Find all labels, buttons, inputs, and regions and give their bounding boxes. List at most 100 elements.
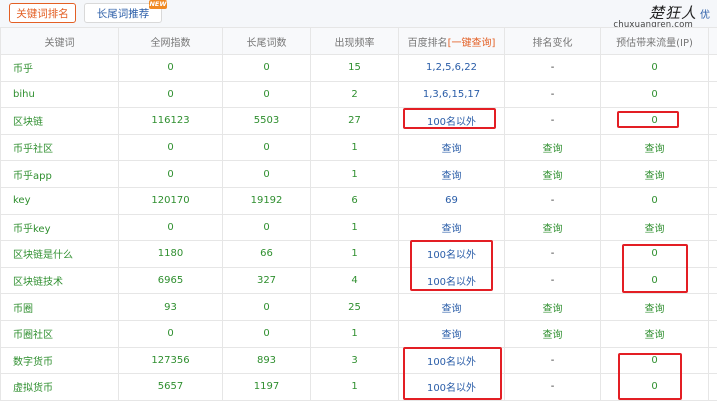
table-row: 数字货币1273568933100名以外-0 — [1, 347, 717, 374]
query-link[interactable]: 查询 — [543, 224, 563, 235]
index-value: 0 — [167, 89, 173, 100]
change-cell: 查询 — [505, 134, 601, 161]
longtail-value: 0 — [263, 302, 269, 313]
baidu-cell: 查询 — [399, 214, 505, 241]
table-row: 区块链116123550327100名以外-0 — [1, 108, 717, 135]
freq-value: 1 — [351, 328, 357, 339]
longtail-cell: 0 — [223, 161, 311, 188]
keyword-cell: 币圈社区 — [1, 320, 119, 347]
query-link[interactable]: 查询 — [543, 171, 563, 182]
query-link[interactable]: 查询 — [543, 330, 563, 341]
header-extra — [709, 28, 717, 55]
extra-cell — [709, 267, 717, 294]
one-click-query-link[interactable]: [一键查询] — [448, 38, 496, 49]
keyword-cell: bihu — [1, 81, 119, 108]
freq-cell: 25 — [311, 294, 399, 321]
extra-cell — [709, 347, 717, 374]
query-link[interactable]: 查询 — [442, 224, 462, 235]
baidu-cell: 69 — [399, 187, 505, 214]
longtail-cell: 893 — [223, 347, 311, 374]
freq-cell: 1 — [311, 134, 399, 161]
longtail-cell: 5503 — [223, 108, 311, 135]
baidu-rank-value[interactable]: 1,3,6,15,17 — [423, 89, 480, 100]
change-cell: - — [505, 55, 601, 82]
query-link[interactable]: 查询 — [442, 171, 462, 182]
keyword-cell[interactable]: 区块链 — [13, 117, 43, 128]
keyword-cell: 币乎app — [1, 161, 119, 188]
keyword-cell[interactable]: key — [13, 195, 31, 206]
keyword-cell[interactable]: 币圈社区 — [13, 330, 53, 341]
query-link[interactable]: 查询 — [645, 304, 665, 315]
index-value: 93 — [164, 302, 177, 313]
table-row: 区块链是什么1180661100名以外-0 — [1, 241, 717, 268]
query-link[interactable]: 查询 — [645, 171, 665, 182]
traffic-cell: 0 — [601, 55, 709, 82]
baidu-rank-value[interactable]: 69 — [445, 195, 458, 206]
keyword-cell[interactable]: 虚拟货币 — [13, 383, 53, 394]
keyword-cell[interactable]: 币乎key — [13, 224, 51, 235]
table-row: 币乎app001查询查询查询 — [1, 161, 717, 188]
freq-value: 1 — [351, 381, 357, 392]
freq-value: 3 — [351, 355, 357, 366]
query-link[interactable]: 查询 — [442, 144, 462, 155]
baidu-rank-value[interactable]: 1,2,5,6,22 — [426, 62, 477, 73]
index-value: 0 — [167, 328, 173, 339]
index-value: 0 — [167, 222, 173, 233]
index-cell: 6965 — [119, 267, 223, 294]
freq-cell: 4 — [311, 267, 399, 294]
extra-cell — [709, 81, 717, 108]
baidu-cell: 查询 — [399, 134, 505, 161]
index-cell: 5657 — [119, 374, 223, 401]
change-cell: - — [505, 81, 601, 108]
keyword-cell[interactable]: 币乎app — [13, 171, 52, 182]
longtail-value: 0 — [263, 169, 269, 180]
freq-value: 1 — [351, 248, 357, 259]
keyword-cell[interactable]: 数字货币 — [13, 357, 53, 368]
longtail-value: 0 — [263, 62, 269, 73]
index-cell: 0 — [119, 81, 223, 108]
keyword-cell: 币乎社区 — [1, 134, 119, 161]
longtail-value: 0 — [263, 89, 269, 100]
extra-cell — [709, 320, 717, 347]
query-link[interactable]: 查询 — [645, 330, 665, 341]
traffic-cell: 查询 — [601, 161, 709, 188]
table-row: 区块链技术69653274100名以外-0 — [1, 267, 717, 294]
query-link[interactable]: 查询 — [543, 304, 563, 315]
extra-cell — [709, 108, 717, 135]
longtail-value: 0 — [263, 142, 269, 153]
traffic-cell: 查询 — [601, 320, 709, 347]
keyword-cell[interactable]: 币乎社区 — [13, 144, 53, 155]
baidu-cell: 查询 — [399, 161, 505, 188]
keyword-cell[interactable]: bihu — [13, 89, 35, 100]
query-link[interactable]: 查询 — [442, 330, 462, 341]
baidu-cell: 查询 — [399, 320, 505, 347]
baidu-cell: 查询 — [399, 294, 505, 321]
query-link[interactable]: 查询 — [645, 224, 665, 235]
keyword-cell: 区块链技术 — [1, 267, 119, 294]
query-link[interactable]: 查询 — [645, 144, 665, 155]
index-value: 1180 — [158, 248, 183, 259]
table-row: 币乎00151,2,5,6,22-0 — [1, 55, 717, 82]
freq-cell: 1 — [311, 161, 399, 188]
tab-keyword-ranking[interactable]: 关键词排名 — [9, 3, 76, 23]
longtail-cell: 1197 — [223, 374, 311, 401]
freq-value: 25 — [348, 302, 361, 313]
change-cell: 查询 — [505, 214, 601, 241]
index-cell: 116123 — [119, 108, 223, 135]
index-value: 5657 — [158, 381, 183, 392]
header-longtail: 长尾词数 — [223, 28, 311, 55]
table-row: bihu0021,3,6,15,17-0 — [1, 81, 717, 108]
keyword-cell[interactable]: 币乎 — [13, 64, 33, 75]
change-cell: - — [505, 187, 601, 214]
longtail-value: 19192 — [251, 195, 283, 206]
longtail-cell: 19192 — [223, 187, 311, 214]
keyword-cell[interactable]: 区块链技术 — [13, 277, 63, 288]
longtail-value: 893 — [257, 355, 276, 366]
keyword-cell[interactable]: 区块链是什么 — [13, 250, 73, 261]
keyword-cell[interactable]: 币圈 — [13, 304, 33, 315]
freq-value: 1 — [351, 222, 357, 233]
query-link[interactable]: 查询 — [442, 304, 462, 315]
change-cell: - — [505, 347, 601, 374]
query-link[interactable]: 查询 — [543, 144, 563, 155]
freq-value: 4 — [351, 275, 357, 286]
